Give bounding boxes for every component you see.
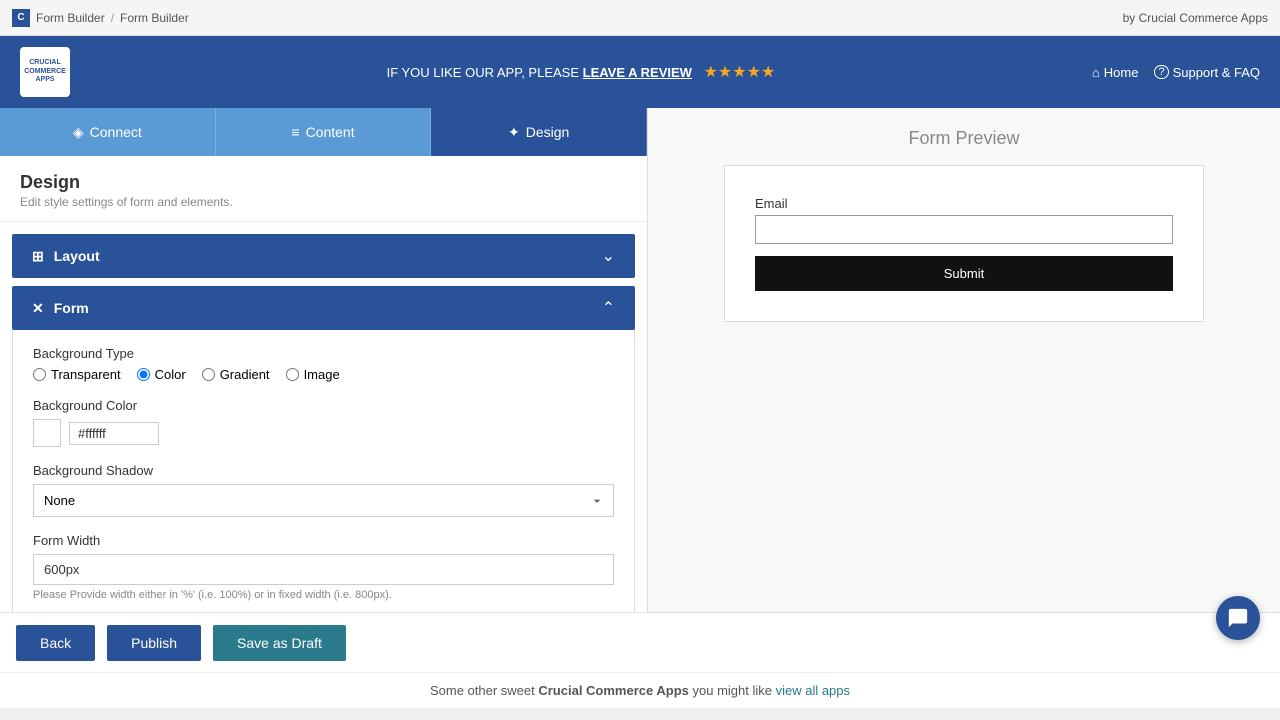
main-layout: ◈ Connect ≡ Content ✦ Design Design Edit…	[0, 108, 1280, 612]
support-label: Support & FAQ	[1173, 65, 1260, 80]
footer-text: Some other sweet	[430, 683, 538, 698]
radio-transparent-label: Transparent	[51, 367, 121, 382]
logo-box: CRUCIALCOMMERCEAPPS	[20, 47, 70, 97]
connect-icon: ◈	[73, 124, 84, 141]
form-width-hint: Please Provide width either in '%' (i.e.…	[33, 589, 614, 601]
design-icon: ✦	[508, 124, 520, 141]
panel-header: Design Edit style settings of form and e…	[0, 156, 647, 222]
bg-shadow-group: Background Shadow None Small Medium Larg…	[33, 463, 614, 517]
form-width-input[interactable]	[33, 554, 614, 585]
header-nav: ⌂ Home ? Support & FAQ	[1092, 65, 1260, 80]
chat-bubble[interactable]	[1216, 596, 1260, 640]
promo-text: IF YOU LIKE OUR APP, PLEASE	[387, 65, 583, 80]
logo-letter: C	[17, 12, 24, 23]
view-all-apps-link[interactable]: view all apps	[776, 683, 850, 698]
accordion-layout[interactable]: ⊞ Layout ⌄	[12, 234, 635, 278]
tab-bar: ◈ Connect ≡ Content ✦ Design	[0, 108, 647, 156]
right-panel: Form Preview Email Submit	[648, 108, 1280, 612]
preview-email-input[interactable]	[755, 215, 1173, 244]
bg-type-group: Background Type Transparent Color Gra	[33, 346, 614, 382]
footer: Some other sweet Crucial Commerce Apps y…	[0, 672, 1280, 708]
leave-review-link[interactable]: LEAVE A REVIEW	[583, 65, 692, 80]
form-width-group: Form Width Please Provide width either i…	[33, 533, 614, 601]
color-row	[33, 419, 614, 447]
content-icon: ≡	[291, 124, 299, 140]
chevron-down-icon: ⌄	[602, 246, 615, 266]
top-bar: C Form Builder / Form Builder by Crucial…	[0, 0, 1280, 36]
radio-color-input[interactable]	[137, 368, 150, 381]
left-panel: ◈ Connect ≡ Content ✦ Design Design Edit…	[0, 108, 648, 612]
support-link[interactable]: ? Support & FAQ	[1154, 65, 1260, 80]
chat-icon	[1227, 607, 1249, 629]
home-icon: ⌂	[1092, 65, 1100, 80]
support-icon: ?	[1154, 65, 1168, 79]
radio-gradient[interactable]: Gradient	[202, 367, 270, 382]
accordion-layout-label: Layout	[54, 248, 100, 264]
bg-type-radio-group: Transparent Color Gradient Image	[33, 367, 614, 382]
form-preview-box: Email Submit	[724, 165, 1204, 322]
panel-content: ⊞ Layout ⌄ ✕ Form ⌃ Background Type	[0, 222, 647, 612]
tab-content[interactable]: ≡ Content	[216, 108, 432, 156]
form-width-label: Form Width	[33, 533, 614, 548]
app-logo-small: C	[12, 9, 30, 27]
accordion-layout-left: ⊞ Layout	[32, 248, 100, 265]
breadcrumb-item2[interactable]: Form Builder	[120, 11, 189, 25]
brand-attribution: by Crucial Commerce Apps	[1123, 11, 1268, 25]
radio-gradient-label: Gradient	[220, 367, 270, 382]
chevron-up-icon: ⌃	[602, 298, 615, 318]
header-promo: IF YOU LIKE OUR APP, PLEASE LEAVE A REVI…	[70, 62, 1092, 82]
back-button[interactable]: Back	[16, 625, 95, 661]
tab-connect-label: Connect	[90, 124, 142, 140]
footer-brand: Crucial Commerce Apps	[538, 683, 689, 698]
publish-button[interactable]: Publish	[107, 625, 201, 661]
breadcrumb: C Form Builder / Form Builder	[12, 9, 189, 27]
bg-color-label: Background Color	[33, 398, 614, 413]
tab-connect[interactable]: ◈ Connect	[0, 108, 216, 156]
form-accordion-body: Background Type Transparent Color Gra	[12, 330, 635, 612]
radio-image-input[interactable]	[286, 368, 299, 381]
star-rating: ★★★★★	[704, 64, 776, 81]
radio-color[interactable]: Color	[137, 367, 186, 382]
tab-content-label: Content	[306, 124, 355, 140]
layout-icon: ⊞	[32, 248, 44, 265]
bg-shadow-select[interactable]: None Small Medium Large	[33, 484, 614, 517]
save-draft-button[interactable]: Save as Draft	[213, 625, 346, 661]
tab-design[interactable]: ✦ Design	[431, 108, 647, 156]
preview-email-label: Email	[755, 196, 1173, 211]
panel-subtitle: Edit style settings of form and elements…	[20, 195, 627, 209]
breadcrumb-item1[interactable]: Form Builder	[36, 11, 105, 25]
radio-image-label: Image	[304, 367, 340, 382]
bg-shadow-label: Background Shadow	[33, 463, 614, 478]
color-text-input[interactable]	[69, 422, 159, 445]
radio-image[interactable]: Image	[286, 367, 340, 382]
home-label: Home	[1104, 65, 1139, 80]
header-banner: CRUCIALCOMMERCEAPPS IF YOU LIKE OUR APP,…	[0, 36, 1280, 108]
bg-color-group: Background Color	[33, 398, 614, 447]
radio-gradient-input[interactable]	[202, 368, 215, 381]
color-swatch[interactable]	[33, 419, 61, 447]
accordion-form[interactable]: ✕ Form ⌃	[12, 286, 635, 330]
logo-text: CRUCIALCOMMERCEAPPS	[24, 59, 66, 84]
brand-logo: CRUCIALCOMMERCEAPPS	[20, 47, 70, 97]
preview-title: Form Preview	[908, 128, 1019, 149]
tab-design-label: Design	[526, 124, 570, 140]
radio-transparent-input[interactable]	[33, 368, 46, 381]
panel-title: Design	[20, 172, 627, 193]
bg-type-label: Background Type	[33, 346, 614, 361]
form-icon: ✕	[32, 300, 44, 317]
accordion-form-label: Form	[54, 300, 89, 316]
radio-transparent[interactable]: Transparent	[33, 367, 121, 382]
radio-color-label: Color	[155, 367, 186, 382]
footer-text-after: you might like	[693, 683, 776, 698]
bottom-bar: Back Publish Save as Draft	[0, 612, 1280, 672]
preview-submit-button[interactable]: Submit	[755, 256, 1173, 291]
breadcrumb-separator: /	[111, 11, 114, 25]
accordion-form-left: ✕ Form	[32, 300, 89, 317]
home-link[interactable]: ⌂ Home	[1092, 65, 1139, 80]
